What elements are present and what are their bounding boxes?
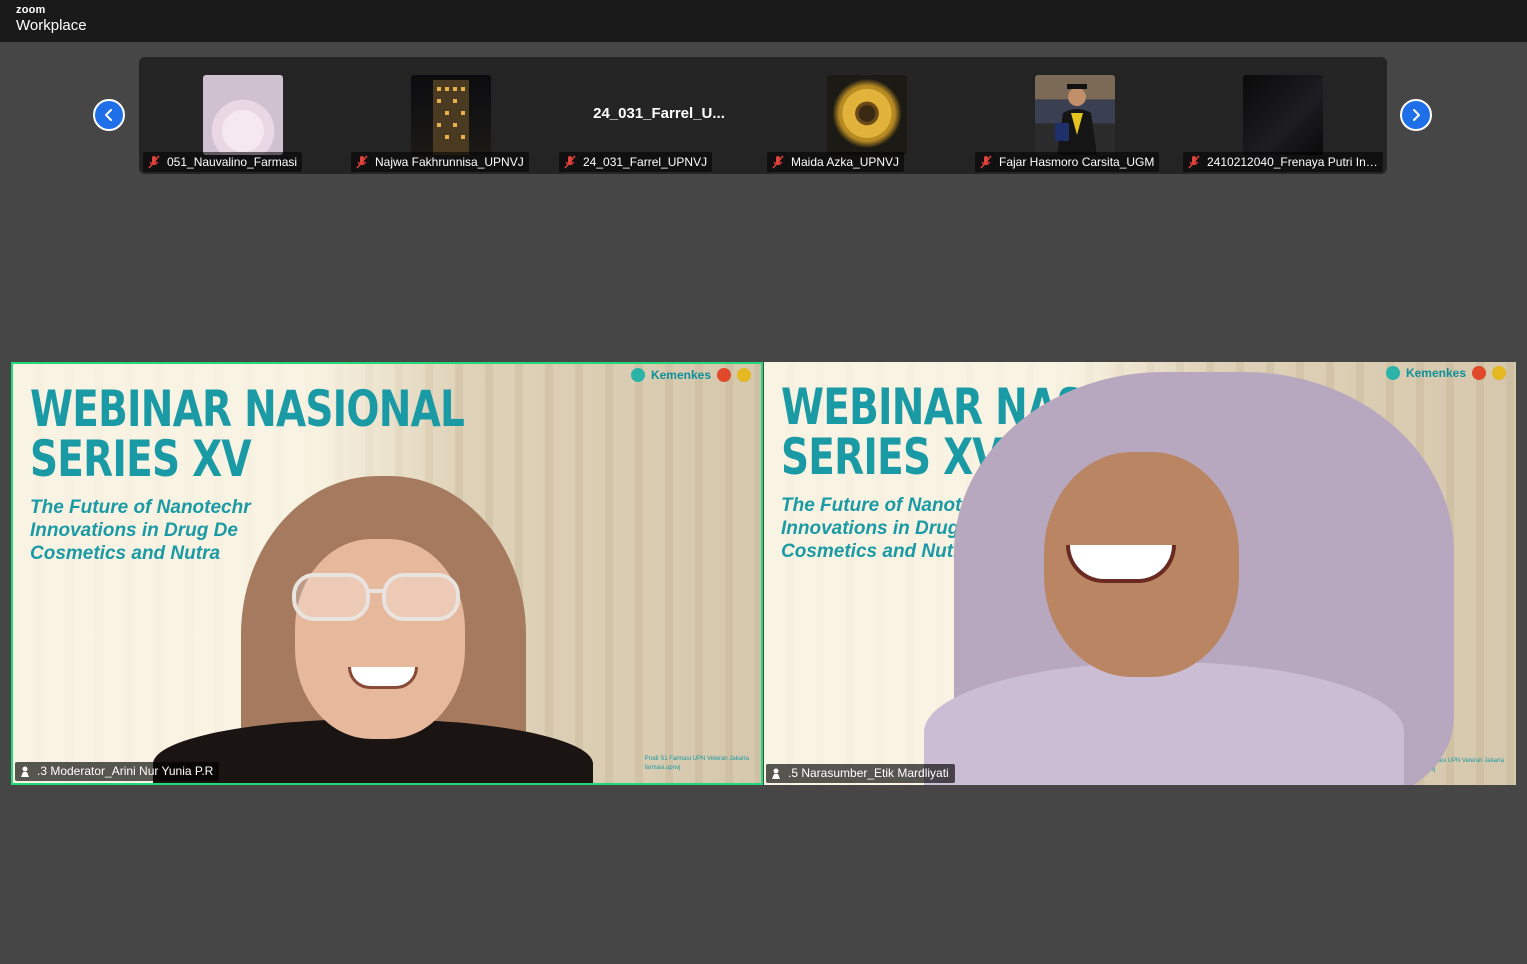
slide-subtitle-line: The Future of Nanote — [781, 495, 973, 516]
participant-avatar — [411, 75, 491, 155]
kemenkes-label: Kemenkes — [650, 368, 711, 382]
participant-avatar — [203, 75, 283, 155]
participant-avatar — [1035, 75, 1115, 155]
video-tile-moderator[interactable]: WEBINAR NASIONAL SERIES XV The Future of… — [11, 362, 763, 785]
university-seal-icon — [1492, 366, 1506, 380]
sponsor-logos: Kemenkes — [630, 368, 751, 382]
participant-tile[interactable]: Maida Azka_UPNVJ — [763, 57, 971, 174]
participant-tile[interactable]: Fajar Hasmoro Carsita_UGM — [971, 57, 1179, 174]
video-name-tag: .5 Narasumber_Etik Mardliyati — [766, 764, 955, 783]
training-center-logo-icon — [1472, 366, 1486, 380]
person-smile — [348, 667, 418, 689]
participant-name-tag: Najwa Fakhrunnisa_UPNVJ — [351, 152, 529, 172]
slide-subtitle-line: Cosmetics and Nutra — [781, 541, 972, 562]
kemenkes-logo-icon — [630, 368, 645, 382]
mic-off-icon — [148, 155, 160, 169]
participant-tile[interactable]: 2410212040_Frenaya Putri Ind... — [1179, 57, 1387, 174]
participant-name: 051_Nauvalino_Farmasi — [167, 155, 298, 169]
slide-footer: Prodi S1 Farmasi UPN Veteran Jakarta far… — [645, 755, 749, 773]
slide-title: WEBINAR NASIONAL SERIES XV — [30, 380, 465, 484]
slide-subtitle-line: Innovations in Drug De — [30, 520, 238, 541]
participant-name-tag: 051_Nauvalino_Farmasi — [143, 152, 303, 172]
slide-subtitle: The Future of Nanote Innovations in Drug… — [781, 494, 972, 563]
graduate-image — [1055, 84, 1097, 155]
participant-avatar — [827, 75, 907, 155]
glasses-image — [292, 573, 460, 621]
slide-footer-line: Prodi S1 Farmasi UPN Veteran Jakarta — [644, 756, 749, 762]
slide-subtitle-line: Innovations in Drug I — [781, 518, 970, 539]
slide-subtitle: The Future of Nanotechr Innovations in D… — [30, 496, 251, 565]
video-participant-name: .5 Narasumber_Etik Mardliyati — [788, 766, 949, 780]
training-center-logo-icon — [717, 368, 731, 382]
title-bar: zoom Workplace — [0, 0, 1527, 42]
participant-name-tag: 2410212040_Frenaya Putri Ind... — [1183, 152, 1383, 172]
building-image — [433, 80, 469, 155]
participant-name-tag: 24_031_Farrel_UPNVJ — [559, 152, 713, 172]
video-tile-speaker[interactable]: WEBINAR NASIO SERIES XV The Future of Na… — [764, 362, 1516, 785]
host-icon — [21, 766, 29, 777]
university-seal-icon — [737, 368, 751, 382]
mic-off-icon — [980, 155, 992, 169]
participant-name-tag: Maida Azka_UPNVJ — [767, 152, 905, 172]
video-participant-name: .3 Moderator_Arini Nur Yunia P.R — [37, 764, 214, 778]
participant-name-placeholder: 24_031_Farrel_U... — [593, 105, 725, 122]
participant-name: 24_031_Farrel_UPNVJ — [583, 155, 708, 169]
slide-subtitle-line: The Future of Nanotechr — [30, 497, 251, 518]
participant-name: Maida Azka_UPNVJ — [791, 155, 900, 169]
host-icon — [772, 768, 780, 779]
chevron-right-icon — [1413, 109, 1420, 121]
kemenkes-logo-icon — [1385, 366, 1400, 380]
slide-footer-line: farmasi.upnvj — [644, 765, 681, 771]
mic-off-icon — [772, 155, 784, 169]
next-page-button[interactable] — [1400, 99, 1432, 131]
sponsor-logos: Kemenkes — [1385, 366, 1506, 380]
participant-avatar — [1243, 75, 1323, 155]
participant-tile[interactable]: 051_Nauvalino_Farmasi — [139, 57, 347, 174]
video-name-tag: .3 Moderator_Arini Nur Yunia P.R — [15, 762, 220, 781]
participant-name-tag: Fajar Hasmoro Carsita_UGM — [975, 152, 1160, 172]
slide-title-line1: WEBINAR NASIONAL — [30, 380, 465, 438]
kemenkes-label: Kemenkes — [1405, 366, 1466, 380]
mic-off-icon — [564, 155, 576, 169]
mic-off-icon — [1188, 155, 1200, 169]
brand-bottom: Workplace — [16, 17, 87, 34]
mic-off-icon — [356, 155, 368, 169]
zoom-workplace-logo: zoom Workplace — [16, 4, 87, 34]
slide-subtitle-line: Cosmetics and Nutra — [30, 543, 221, 564]
participant-name: Fajar Hasmoro Carsita_UGM — [999, 155, 1155, 169]
previous-page-button[interactable] — [93, 99, 125, 131]
chevron-left-icon — [105, 109, 112, 121]
participant-tile[interactable]: Najwa Fakhrunnisa_UPNVJ — [347, 57, 555, 174]
participant-tile[interactable]: 24_031_Farrel_U... 24_031_Farrel_UPNVJ — [555, 57, 763, 174]
participant-name: Najwa Fakhrunnisa_UPNVJ — [375, 155, 524, 169]
brand-top: zoom — [16, 4, 46, 16]
participant-name: 2410212040_Frenaya Putri Ind... — [1207, 155, 1378, 169]
